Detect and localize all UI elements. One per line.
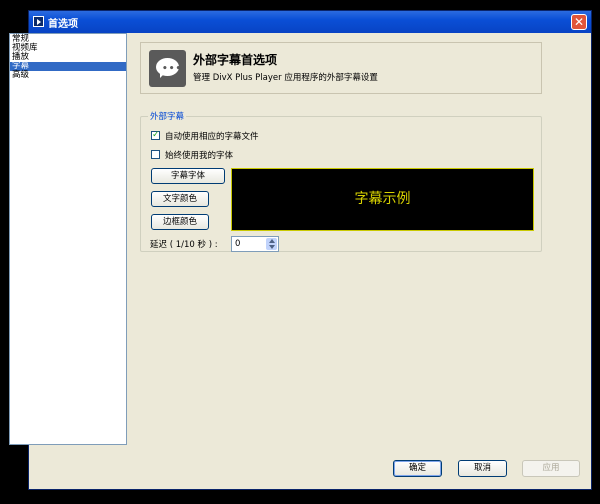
group-label: 外部字幕	[148, 110, 187, 122]
ok-button[interactable]: 确定	[393, 460, 442, 477]
section-description: 管理 DivX Plus Player 应用程序的外部字幕设置	[193, 73, 378, 83]
always-use-font-label: 始终使用我的字体	[165, 151, 234, 161]
title-bar[interactable]: 首选项 ✕	[29, 11, 591, 33]
subtitle-preview: 字幕示例	[231, 168, 534, 231]
section-title: 外部字幕首选项	[193, 53, 278, 67]
auto-use-subtitle-checkbox[interactable]	[151, 129, 160, 141]
auto-use-subtitle-option[interactable]: 自动使用相应的字幕文件	[151, 129, 259, 143]
delay-value[interactable]: 0	[235, 239, 240, 249]
category-list[interactable]: 常规 视频库 播放 字幕 高级	[9, 33, 127, 445]
border-color-button[interactable]: 边框颜色	[151, 214, 209, 230]
section-header: ••• 外部字幕首选项 管理 DivX Plus Player 应用程序的外部字…	[140, 42, 542, 94]
close-button[interactable]: ✕	[571, 14, 587, 30]
spinner-arrows-icon[interactable]	[266, 238, 277, 250]
text-color-button[interactable]: 文字颜色	[151, 191, 209, 207]
cancel-button[interactable]: 取消	[458, 460, 507, 477]
speech-bubble-icon: •••	[149, 50, 186, 87]
always-use-font-option[interactable]: 始终使用我的字体	[151, 150, 233, 162]
delay-stepper[interactable]: 0	[231, 236, 279, 252]
sidebar-item-advanced[interactable]: 高级	[10, 71, 126, 80]
apply-button[interactable]: 应用	[522, 460, 580, 477]
app-icon	[33, 16, 44, 27]
subtitle-font-button[interactable]: 字幕字体	[151, 168, 225, 184]
auto-use-subtitle-label: 自动使用相应的字幕文件	[165, 132, 259, 142]
always-use-font-checkbox[interactable]	[151, 150, 160, 159]
delay-label: 延迟 ( 1/10 秒 ) :	[150, 240, 218, 250]
window-title: 首选项	[48, 19, 78, 30]
